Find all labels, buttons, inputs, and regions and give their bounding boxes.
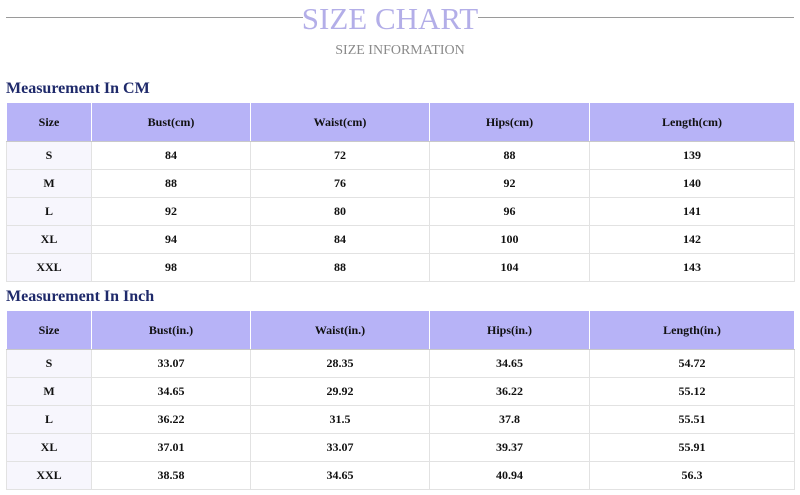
- length-cell: 54.72: [589, 349, 795, 378]
- hips-cell: 40.94: [429, 461, 590, 490]
- waist-cell: 80: [250, 197, 430, 226]
- inch-section-title: Measurement In Inch: [6, 288, 155, 305]
- title-rule-right: [478, 17, 794, 18]
- waist-cell: 84: [250, 225, 430, 254]
- bust-cell: 94: [91, 225, 251, 254]
- size-chart-header: SIZE CHART SIZE INFORMATION: [0, 0, 800, 70]
- length-cell: 140: [589, 169, 795, 198]
- waist-cell: 34.65: [250, 461, 430, 490]
- cm-section-title: Measurement In CM: [6, 80, 150, 97]
- bust-cell: 33.07: [91, 349, 251, 378]
- hips-cell: 92: [429, 169, 590, 198]
- page-title: SIZE CHART: [301, 1, 479, 36]
- length-cell: 55.12: [589, 377, 795, 406]
- bust-cell: 88: [91, 169, 251, 198]
- size-cell: XL: [6, 433, 92, 462]
- table-row: M 88 76 92 140: [6, 169, 795, 198]
- length-cell: 139: [589, 141, 795, 170]
- column-header-size: Size: [6, 310, 92, 350]
- column-header-length: Length(in.): [589, 310, 795, 350]
- hips-cell: 36.22: [429, 377, 590, 406]
- table-row: S 33.07 28.35 34.65 54.72: [6, 349, 795, 378]
- title-rule-left: [6, 17, 303, 18]
- column-header-hips: Hips(cm): [429, 102, 590, 142]
- hips-cell: 88: [429, 141, 590, 170]
- table-header-row: Size Bust(cm) Waist(cm) Hips(cm) Length(…: [6, 102, 795, 142]
- hips-cell: 39.37: [429, 433, 590, 462]
- table-row: L 92 80 96 141: [6, 197, 795, 226]
- table-header-row: Size Bust(in.) Waist(in.) Hips(in.) Leng…: [6, 310, 795, 350]
- bust-cell: 34.65: [91, 377, 251, 406]
- hips-cell: 100: [429, 225, 590, 254]
- size-cell: M: [6, 377, 92, 406]
- bust-cell: 98: [91, 253, 251, 282]
- table-row: XL 37.01 33.07 39.37 55.91: [6, 433, 795, 462]
- size-cell: XL: [6, 225, 92, 254]
- size-cell: L: [6, 197, 92, 226]
- hips-cell: 37.8: [429, 405, 590, 434]
- waist-cell: 72: [250, 141, 430, 170]
- hips-cell: 34.65: [429, 349, 590, 378]
- table-row: S 84 72 88 139: [6, 141, 795, 170]
- column-header-size: Size: [6, 102, 92, 142]
- waist-cell: 33.07: [250, 433, 430, 462]
- waist-cell: 76: [250, 169, 430, 198]
- bust-cell: 37.01: [91, 433, 251, 462]
- size-cell: XXL: [6, 461, 92, 490]
- column-header-hips: Hips(in.): [429, 310, 590, 350]
- column-header-waist: Waist(cm): [250, 102, 430, 142]
- length-cell: 55.91: [589, 433, 795, 462]
- column-header-bust: Bust(cm): [91, 102, 251, 142]
- bust-cell: 84: [91, 141, 251, 170]
- page-subtitle: SIZE INFORMATION: [335, 43, 465, 58]
- column-header-waist: Waist(in.): [250, 310, 430, 350]
- waist-cell: 28.35: [250, 349, 430, 378]
- size-cell: M: [6, 169, 92, 198]
- bust-cell: 36.22: [91, 405, 251, 434]
- waist-cell: 29.92: [250, 377, 430, 406]
- size-cell: XXL: [6, 253, 92, 282]
- length-cell: 55.51: [589, 405, 795, 434]
- column-header-bust: Bust(in.): [91, 310, 251, 350]
- length-cell: 56.3: [589, 461, 795, 490]
- waist-cell: 88: [250, 253, 430, 282]
- inch-size-table: Size Bust(in.) Waist(in.) Hips(in.) Leng…: [6, 310, 795, 490]
- column-header-length: Length(cm): [589, 102, 795, 142]
- cm-size-table: Size Bust(cm) Waist(cm) Hips(cm) Length(…: [6, 102, 795, 282]
- length-cell: 143: [589, 253, 795, 282]
- table-row: XXL 38.58 34.65 40.94 56.3: [6, 461, 795, 490]
- table-row: XL 94 84 100 142: [6, 225, 795, 254]
- bust-cell: 92: [91, 197, 251, 226]
- size-cell: S: [6, 141, 92, 170]
- size-cell: S: [6, 349, 92, 378]
- length-cell: 141: [589, 197, 795, 226]
- hips-cell: 96: [429, 197, 590, 226]
- table-row: M 34.65 29.92 36.22 55.12: [6, 377, 795, 406]
- length-cell: 142: [589, 225, 795, 254]
- waist-cell: 31.5: [250, 405, 430, 434]
- table-row: L 36.22 31.5 37.8 55.51: [6, 405, 795, 434]
- hips-cell: 104: [429, 253, 590, 282]
- size-cell: L: [6, 405, 92, 434]
- table-row: XXL 98 88 104 143: [6, 253, 795, 282]
- bust-cell: 38.58: [91, 461, 251, 490]
